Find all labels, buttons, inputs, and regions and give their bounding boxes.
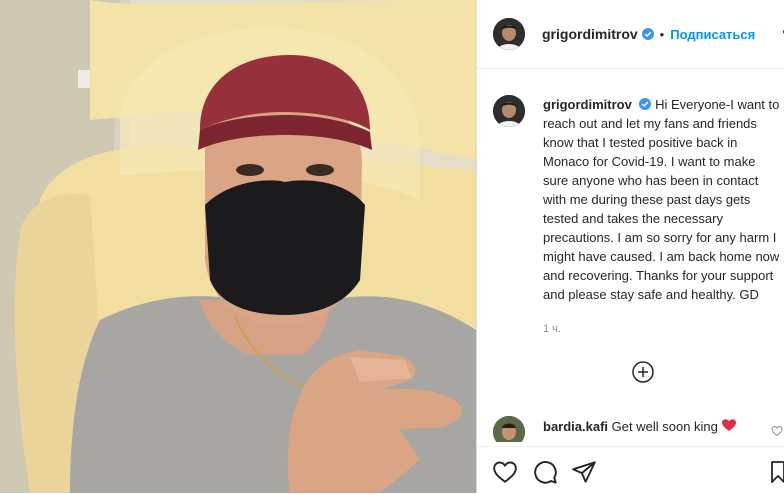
comment-body: Get well soon king — [611, 419, 718, 434]
commenter-username[interactable]: bardia.kafi — [543, 419, 608, 434]
post-image — [0, 0, 476, 493]
avatar-image — [493, 18, 525, 50]
caption-avatar[interactable] — [493, 95, 525, 127]
verified-badge-icon — [639, 98, 652, 110]
plus-circle-icon[interactable] — [632, 361, 654, 383]
follow-button[interactable]: Подписаться — [670, 27, 755, 42]
verified-badge-icon — [641, 28, 654, 40]
post-photo[interactable] — [0, 0, 476, 493]
author-avatar[interactable] — [493, 18, 525, 50]
comment-text: bardia.kafi Get well soon king — [543, 418, 736, 436]
author-username[interactable]: grigordimitrov — [542, 26, 638, 42]
post-timestamp[interactable]: 1 ч. — [543, 323, 561, 335]
post-header: grigordimitrov • Подписаться • — [477, 0, 784, 68]
post-side-panel: grigordimitrov • Подписаться • grigordim… — [477, 0, 784, 493]
header-dot: • — [659, 26, 665, 42]
header-divider — [477, 68, 784, 69]
comment-icon[interactable] — [532, 459, 558, 485]
caption-text: grigordimitrov Hi Everyone-I want to rea… — [543, 95, 783, 304]
comment-like-icon[interactable] — [771, 425, 783, 437]
caption-body: Hi Everyone-I want to reach out and let … — [543, 97, 780, 302]
commenter-avatar[interactable] — [493, 416, 525, 442]
red-heart-emoji-icon — [721, 419, 736, 431]
bookmark-icon[interactable] — [770, 459, 784, 485]
comment-item: bardia.kafi Get well soon king — [493, 416, 784, 442]
send-icon[interactable] — [571, 459, 597, 485]
caption-username[interactable]: grigordimitrov — [543, 97, 632, 112]
heart-icon[interactable] — [492, 459, 518, 485]
avatar-image — [493, 416, 525, 442]
post-action-bar — [477, 446, 784, 494]
avatar-image — [493, 95, 525, 127]
